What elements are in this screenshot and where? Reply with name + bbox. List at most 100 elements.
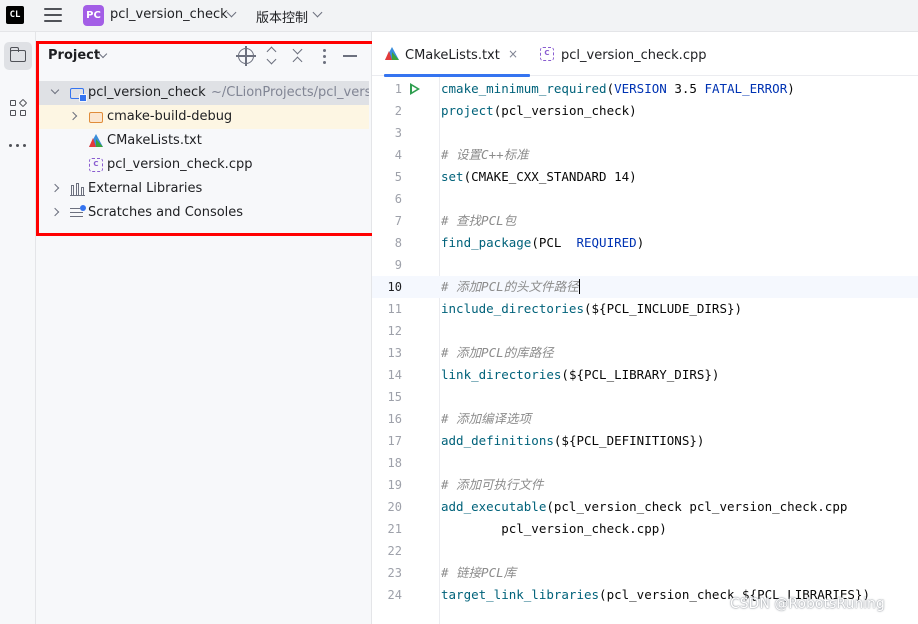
chevron-right-icon[interactable]: [50, 207, 60, 217]
cpp-file-icon: C: [540, 47, 554, 61]
close-icon[interactable]: ×: [508, 47, 518, 61]
code-text: cmake_minimum_required(VERSION 3.5 FATAL…: [441, 78, 795, 100]
code-line[interactable]: 17 add_definitions(${PCL_DEFINITIONS}): [372, 430, 918, 452]
code-function: link_directories: [441, 367, 562, 382]
hide-panel-icon[interactable]: [342, 48, 358, 64]
code-text: include_directories(${PCL_INCLUDE_DIRS}): [441, 298, 742, 320]
code-args: (${PCL_INCLUDE_DIRS}): [584, 301, 743, 316]
tree-item-project-root[interactable]: pcl_version_check ~/CLionProjects/pcl_ve…: [36, 81, 369, 105]
code-comment: # 设置C++标准: [441, 147, 529, 162]
editor-tab-bar: CMakeLists.txt × C pcl_version_check.cpp: [372, 32, 918, 77]
options-menu-icon[interactable]: [316, 48, 332, 64]
code-function: add_definitions: [441, 433, 554, 448]
tree-item-cmake-build-debug[interactable]: cmake-build-debug: [36, 105, 369, 129]
project-switcher[interactable]: pcl_version_check: [110, 7, 228, 22]
main-menu-icon[interactable]: [44, 7, 62, 23]
chevron-down-icon[interactable]: [312, 7, 323, 18]
excluded-folder-icon: [89, 112, 103, 123]
code-line[interactable]: 11 include_directories(${PCL_INCLUDE_DIRS…: [372, 298, 918, 320]
line-number: 2: [394, 104, 402, 118]
line-number: 8: [394, 236, 402, 250]
line-number: 17: [387, 434, 402, 448]
code-function: find_package: [441, 235, 532, 250]
tab-cpp-file[interactable]: C pcl_version_check.cpp: [532, 32, 742, 76]
code-line[interactable]: 18: [372, 452, 918, 474]
code-comment: # 添加PCL的头文件路径: [441, 279, 579, 294]
line-number: 15: [387, 390, 402, 404]
code-line[interactable]: 20 add_executable(pcl_version_check pcl_v…: [372, 496, 918, 518]
code-line[interactable]: 21 pcl_version_check.cpp): [372, 518, 918, 540]
code-text: # 链接PCL库: [441, 562, 516, 584]
title-bar: CL PC pcl_version_check 版本控制: [0, 0, 918, 32]
code-comment: # 添加PCL的库路径: [441, 345, 554, 360]
structure-tool-button[interactable]: [4, 94, 32, 122]
code-args: (${PCL_DEFINITIONS}): [553, 433, 705, 448]
scratches-icon: [70, 205, 86, 220]
chevron-down-icon[interactable]: [226, 7, 237, 18]
collapse-all-icon[interactable]: [290, 44, 306, 67]
chevron-right-icon[interactable]: [68, 111, 78, 121]
line-number: 7: [394, 214, 402, 228]
line-number: 22: [387, 544, 402, 558]
code-comment: # 查找PCL包: [441, 213, 517, 228]
chevron-right-icon[interactable]: [50, 183, 60, 193]
code-line[interactable]: 15: [372, 386, 918, 408]
code-line[interactable]: 8 find_package(PCL REQUIRED): [372, 232, 918, 254]
tree-item-label: pcl_version_check.cpp: [107, 157, 253, 172]
expand-all-icon[interactable]: [264, 46, 280, 65]
code-line[interactable]: 16 # 添加编译选项: [372, 408, 918, 430]
code-args: (pcl_version_check pcl_version_check.cpp: [546, 499, 848, 514]
code-line[interactable]: 22: [372, 540, 918, 562]
code-text: link_directories(${PCL_LIBRARY_DIRS}): [441, 364, 719, 386]
more-tools-button[interactable]: [4, 132, 32, 160]
code-line[interactable]: 1 cmake_minimum_required(VERSION 3.5 FATA…: [372, 78, 918, 100]
code-line[interactable]: 5 set(CMAKE_CXX_STANDARD 14): [372, 166, 918, 188]
line-number: 4: [394, 148, 402, 162]
code-line[interactable]: 19 # 添加可执行文件: [372, 474, 918, 496]
tree-item-cpp-file[interactable]: C pcl_version_check.cpp: [36, 153, 369, 177]
code-text: find_package(PCL REQUIRED): [441, 232, 644, 254]
tree-item-external-libraries[interactable]: External Libraries: [36, 177, 369, 201]
project-badge[interactable]: PC: [83, 5, 104, 26]
code-function: cmake_minimum_required: [441, 81, 607, 96]
panel-title[interactable]: Project: [48, 48, 100, 63]
locate-file-icon[interactable]: [236, 46, 256, 66]
code-line[interactable]: 6: [372, 188, 918, 210]
code-comment: # 添加编译选项: [441, 411, 532, 426]
code-line[interactable]: 23 # 链接PCL库: [372, 562, 918, 584]
tab-label: CMakeLists.txt: [405, 48, 500, 63]
code-args: (pcl_version_check): [493, 103, 637, 118]
code-line[interactable]: 9: [372, 254, 918, 276]
clion-logo-icon[interactable]: CL: [6, 6, 24, 24]
line-number: 11: [387, 302, 402, 316]
code-line[interactable]: 4 # 设置C++标准: [372, 144, 918, 166]
module-folder-icon: [70, 88, 87, 102]
line-number: 16: [387, 412, 402, 426]
tree-item-cmakelists[interactable]: CMakeLists.txt: [36, 129, 369, 153]
tree-item-path: ~/CLionProjects/pcl_versi: [211, 85, 369, 100]
code-line[interactable]: 2 project(pcl_version_check): [372, 100, 918, 122]
code-line[interactable]: 13 # 添加PCL的库路径: [372, 342, 918, 364]
code-comment: # 链接PCL库: [441, 565, 517, 580]
line-number: 19: [387, 478, 402, 492]
project-tool-button[interactable]: [4, 42, 32, 70]
tab-cmakelists[interactable]: CMakeLists.txt ×: [378, 32, 530, 77]
run-icon[interactable]: [410, 83, 420, 95]
tree-item-label: Scratches and Consoles: [88, 205, 244, 220]
vcs-menu[interactable]: 版本控制: [256, 7, 308, 26]
code-line[interactable]: 14 link_directories(${PCL_LIBRARY_DIRS}): [372, 364, 918, 386]
code-function: add_executable: [441, 499, 547, 514]
code-line[interactable]: 10 # 添加PCL的头文件路径: [372, 276, 918, 298]
tree-item-label: pcl_version_check: [88, 85, 206, 100]
code-line[interactable]: 3: [372, 122, 918, 144]
tree-item-scratches[interactable]: Scratches and Consoles: [36, 201, 369, 225]
chevron-down-icon[interactable]: [50, 85, 60, 95]
code-line[interactable]: 7 # 查找PCL包: [372, 210, 918, 232]
cmake-icon: [89, 134, 103, 147]
cpp-file-icon: C: [89, 158, 103, 172]
code-args: (CMAKE_CXX_STANDARD 14): [463, 169, 637, 184]
line-number: 1: [394, 82, 402, 96]
code-args: pcl_version_check.cpp): [441, 521, 667, 536]
code-line[interactable]: 12: [372, 320, 918, 342]
tree-item-label: External Libraries: [88, 181, 203, 196]
